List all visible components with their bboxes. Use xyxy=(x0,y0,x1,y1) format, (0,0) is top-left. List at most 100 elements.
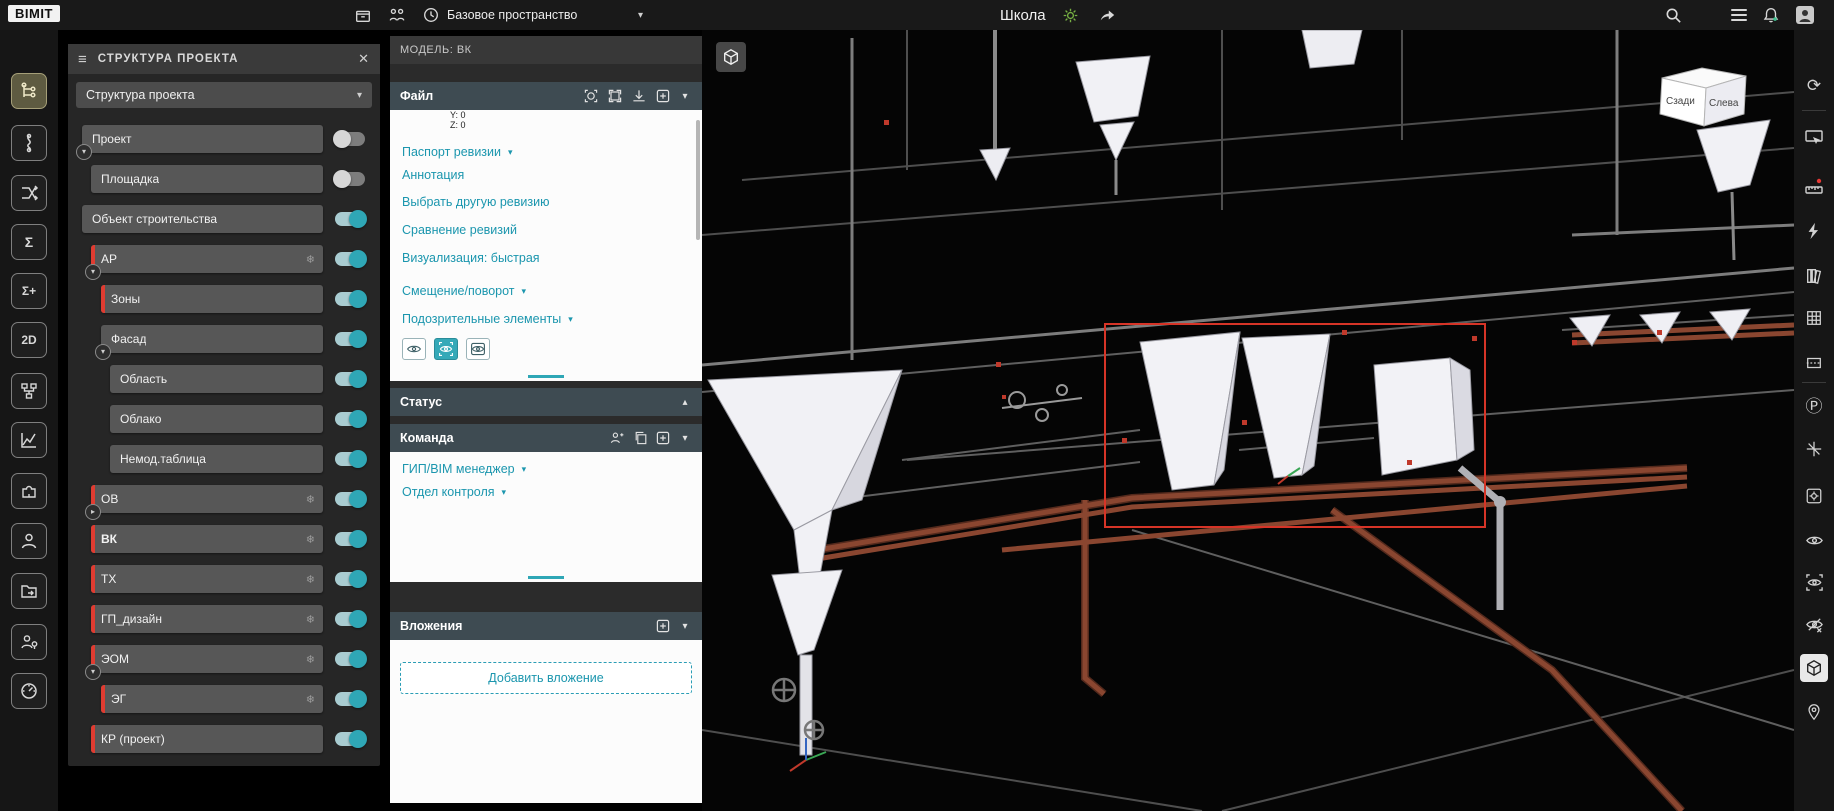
expander-icon[interactable]: ▾ xyxy=(85,664,101,680)
tree-item[interactable]: Облако xyxy=(110,405,323,433)
viewport-home-button[interactable] xyxy=(716,42,746,72)
tree-item[interactable]: Область xyxy=(110,365,323,393)
annotation-link[interactable]: Аннотация xyxy=(402,166,464,184)
close-icon[interactable]: ✕ xyxy=(358,51,370,67)
search-icon[interactable] xyxy=(1662,4,1684,26)
resize-handle[interactable] xyxy=(528,375,564,378)
settings-box-icon[interactable] xyxy=(1800,482,1828,510)
structure-selector[interactable]: Структура проекта ▾ xyxy=(76,82,372,108)
annotate-spline-icon[interactable] xyxy=(11,125,47,161)
visibility-toggle[interactable] xyxy=(335,412,365,426)
resize-handle[interactable] xyxy=(528,576,564,579)
visibility-toggle[interactable] xyxy=(335,652,365,666)
tree-item[interactable]: Объект строительства xyxy=(82,205,323,233)
profile-icon[interactable] xyxy=(1794,4,1816,26)
tree-item[interactable]: ВК ❄ xyxy=(91,525,323,553)
gauge-icon[interactable] xyxy=(11,673,47,709)
measure-ruler-icon[interactable] xyxy=(1800,172,1828,200)
tree-item[interactable]: ОВ ❄ ▸ xyxy=(91,485,323,513)
visibility-toggle[interactable] xyxy=(335,172,365,186)
list-menu-icon[interactable] xyxy=(1728,4,1750,26)
add-attachment-button[interactable]: Добавить вложение xyxy=(400,662,692,694)
user-location-icon[interactable] xyxy=(11,624,47,660)
file-section-header[interactable]: Файл ▾ xyxy=(390,82,702,110)
tree-item[interactable]: Зоны xyxy=(101,285,323,313)
eye-target-icon[interactable] xyxy=(1800,568,1828,596)
screen-cursor-icon[interactable] xyxy=(1800,124,1828,152)
visibility-toggle[interactable] xyxy=(335,292,365,306)
history-icon[interactable] xyxy=(420,4,442,26)
tree-item[interactable]: ТХ ❄ xyxy=(91,565,323,593)
tree-item[interactable]: ГП_дизайн ❄ xyxy=(91,605,323,633)
expander-icon[interactable]: ▾ xyxy=(95,344,111,360)
visibility-toggle[interactable] xyxy=(335,532,365,546)
model-visibility-icon[interactable] xyxy=(1800,654,1828,682)
visibility-toggle[interactable] xyxy=(335,492,365,506)
view-cube-back-label[interactable]: Сзади xyxy=(1666,96,1695,107)
plugins-puzzle-icon[interactable] xyxy=(11,473,47,509)
expand-caret-icon[interactable]: ▴ xyxy=(676,393,694,411)
eye-icon[interactable] xyxy=(1800,526,1828,554)
app-logo[interactable]: BIMIT xyxy=(8,5,60,22)
shared-folder-icon[interactable] xyxy=(11,573,47,609)
settings-gear-icon[interactable] xyxy=(1060,4,1082,26)
expander-icon[interactable]: ▾ xyxy=(76,144,92,160)
visibility-toggle[interactable] xyxy=(335,132,365,146)
visibility-toggle[interactable] xyxy=(335,372,365,386)
visibility-toggle[interactable] xyxy=(335,452,365,466)
3d-viewport[interactable]: Сзади Слева xyxy=(702,30,1794,811)
isolate-view-button[interactable] xyxy=(434,338,458,360)
add-icon[interactable] xyxy=(654,617,672,635)
chart-icon[interactable] xyxy=(11,422,47,458)
orbit-icon[interactable]: ⟳ xyxy=(1800,72,1828,100)
lightning-icon[interactable] xyxy=(1800,217,1828,245)
notifications-bell-icon[interactable] xyxy=(1760,4,1782,26)
user-icon[interactable] xyxy=(11,523,47,559)
eye-off-icon[interactable] xyxy=(1800,610,1828,638)
team-section-header[interactable]: Команда ▾ xyxy=(390,424,702,452)
visibility-toggle[interactable] xyxy=(335,212,365,226)
connections-icon[interactable] xyxy=(11,175,47,211)
plan-icon[interactable]: Ⓟ xyxy=(1800,390,1828,418)
library-icon[interactable] xyxy=(1800,262,1828,290)
visibility-toggle[interactable] xyxy=(335,612,365,626)
gip-bim-manager-link[interactable]: ГИП/BIM менеджер▾ xyxy=(402,460,526,478)
collaboration-icon[interactable] xyxy=(386,4,408,26)
section-plane-icon[interactable] xyxy=(1800,349,1828,377)
scrollbar[interactable] xyxy=(696,120,700,240)
add-icon[interactable] xyxy=(654,429,672,447)
sort-menu-icon[interactable]: ≡ xyxy=(78,51,88,68)
status-section-header[interactable]: Статус ▴ xyxy=(390,388,702,416)
frame-view-button[interactable] xyxy=(466,338,490,360)
expander-icon[interactable]: ▸ xyxy=(85,504,101,520)
project-structure-icon[interactable] xyxy=(11,73,47,109)
visibility-eye-button[interactable] xyxy=(402,338,426,360)
workspace-selector[interactable]: Базовое пространство ▾ xyxy=(447,0,643,30)
tree-item[interactable]: Немод.таблица xyxy=(110,445,323,473)
download-icon[interactable] xyxy=(630,87,648,105)
choose-revision-link[interactable]: Выбрать другую ревизию xyxy=(402,193,549,211)
copy-icon[interactable] xyxy=(632,429,650,447)
view-cube[interactable]: Сзади Слева xyxy=(1660,68,1746,126)
attachments-section-header[interactable]: Вложения ▾ xyxy=(390,612,702,640)
sum-plus-icon[interactable]: Σ+ xyxy=(11,273,47,309)
collapse-caret-icon[interactable]: ▾ xyxy=(676,429,694,447)
visualization-link[interactable]: Визуализация: быстрая xyxy=(402,249,540,267)
expander-icon[interactable]: ▾ xyxy=(85,264,101,280)
suspicious-elements-link[interactable]: Подозрительные элементы▾ xyxy=(402,310,573,328)
scan-model-icon[interactable] xyxy=(582,87,600,105)
add-icon[interactable] xyxy=(654,87,672,105)
visibility-toggle[interactable] xyxy=(335,332,365,346)
control-department-link[interactable]: Отдел контроля▾ xyxy=(402,483,506,501)
compare-revisions-link[interactable]: Сравнение ревизий xyxy=(402,221,517,239)
grid-table-icon[interactable] xyxy=(1800,304,1828,332)
revision-passport-link[interactable]: Паспорт ревизии▾ xyxy=(402,143,513,161)
view-cube-left-label[interactable]: Слева xyxy=(1709,98,1739,109)
visibility-toggle[interactable] xyxy=(335,692,365,706)
share-user-icon[interactable] xyxy=(608,429,626,447)
tree-item[interactable]: Фасад ▾ xyxy=(101,325,323,353)
visibility-toggle[interactable] xyxy=(335,252,365,266)
two-d-view-icon[interactable]: 2D xyxy=(11,322,47,358)
split-axes-icon[interactable] xyxy=(1800,435,1828,463)
share-icon[interactable] xyxy=(1096,4,1118,26)
